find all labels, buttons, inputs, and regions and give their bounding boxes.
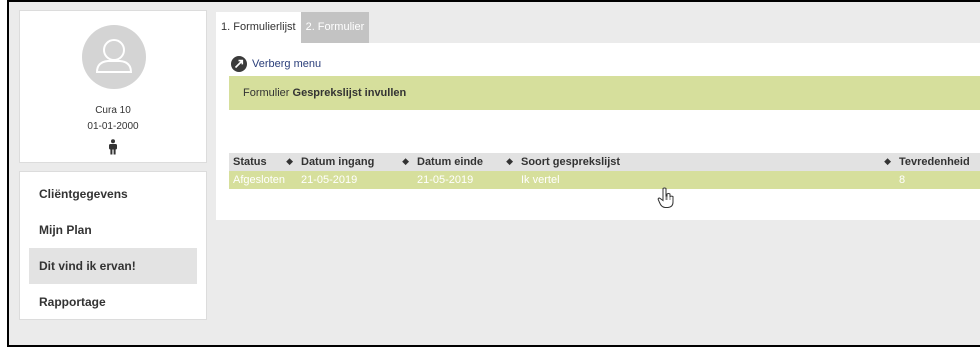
cell-datum-ingang: 21-05-2019 (297, 171, 413, 189)
sidebar-item-clientgegevens[interactable]: Cliëntgegevens (29, 176, 197, 212)
hide-menu-label: Verberg menu (252, 58, 322, 70)
cell-datum-einde: 21-05-2019 (413, 171, 517, 189)
sort-icon: ◆ (884, 156, 891, 166)
form-list-table: ◆ Status ◆ Datum ingang ◆ Datum einde ◆ Soor… (229, 153, 980, 189)
client-profile-card: Cura 10 01-01-2000 (19, 10, 207, 163)
tab-formulierlijst[interactable]: 1. Formulierlijst (216, 12, 301, 43)
arrow-circle-icon (231, 56, 247, 72)
sort-icon: ◆ (286, 156, 293, 166)
column-header-datum-ingang[interactable]: ◆ Datum ingang (297, 153, 413, 171)
cell-soort-gesprekslijst: Ik vertel (517, 171, 895, 189)
male-figure-icon (107, 139, 119, 158)
app-frame: Cura 10 01-01-2000 Cliëntgegevens Mijn P… (7, 0, 980, 347)
tab-bar: 1. Formulierlijst 2. Formulier (216, 12, 370, 43)
cell-status: Afgesloten (229, 171, 297, 189)
sort-icon: ◆ (506, 156, 513, 166)
cell-tevredenheid: 8 (895, 171, 980, 189)
tab-content-panel: Verberg menu Formulier Gesprekslijst inv… (216, 43, 980, 220)
sidebar-item-rapportage[interactable]: Rapportage (29, 284, 197, 320)
sort-icon: ◆ (402, 156, 409, 166)
table-header-row: ◆ Status ◆ Datum ingang ◆ Datum einde ◆ Soor… (229, 153, 980, 171)
column-header-status[interactable]: ◆ Status (229, 153, 297, 171)
tab-formulier[interactable]: 2. Formulier (300, 12, 370, 43)
sidebar-menu: Cliëntgegevens Mijn Plan Dit vind ik erv… (19, 171, 207, 320)
column-header-soort-gesprekslijst[interactable]: ◆ Soort gesprekslijst (517, 153, 895, 171)
table-row[interactable]: Afgesloten 21-05-2019 21-05-2019 Ik vert… (229, 171, 980, 189)
form-banner-prefix: Formulier (243, 87, 290, 99)
column-header-datum-einde[interactable]: ◆ Datum einde (413, 153, 517, 171)
form-banner-title: Gesprekslijst invullen (292, 87, 407, 99)
column-header-tevredenheid[interactable]: Tevredenheid (895, 153, 980, 171)
client-dob: 01-01-2000 (87, 121, 139, 132)
hand-pointer-icon (657, 187, 675, 212)
hide-menu-link[interactable]: Verberg menu (231, 56, 321, 72)
form-banner: Formulier Gesprekslijst invullen (229, 76, 980, 110)
client-name: Cura 10 (95, 105, 131, 116)
avatar-icon (82, 25, 146, 89)
sidebar-item-dit-vind-ik-ervan[interactable]: Dit vind ik ervan! (29, 248, 197, 284)
sidebar-item-mijn-plan[interactable]: Mijn Plan (29, 212, 197, 248)
